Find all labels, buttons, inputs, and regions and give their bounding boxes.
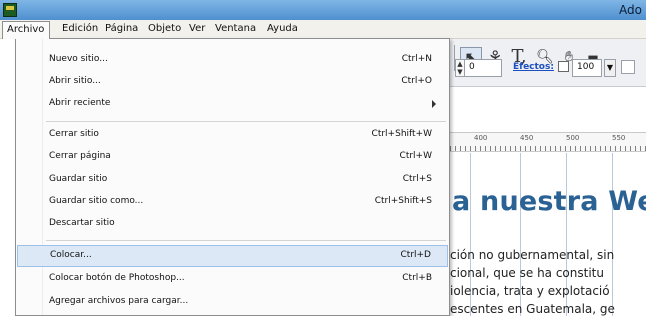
efectos-link[interactable]: Efectos: — [513, 62, 554, 72]
horizontal-ruler: 400 450 500 550 — [450, 132, 646, 152]
menu-item-label: Cerrar sitio — [49, 129, 99, 139]
menu-item-agregar-archivos[interactable]: Agregar archivos para cargar... — [17, 292, 448, 314]
menu-item-nuevo-sitio[interactable]: Nuevo sitio... Ctrl+N — [17, 50, 448, 72]
menu-ayuda[interactable]: Ayuda — [264, 23, 301, 34]
menu-item-guardar-sitio-como[interactable]: Guardar sitio como... Ctrl+Shift+S — [17, 192, 448, 214]
archivo-menu: Nuevo sitio... Ctrl+N Abrir sitio... Ctr… — [15, 38, 450, 316]
menu-item-shortcut: Ctrl+W — [399, 151, 432, 161]
menu-item-label: Colocar botón de Photoshop... — [49, 273, 185, 283]
menu-item-label: Colocar... — [50, 250, 92, 260]
menu-item-shortcut: Ctrl+Shift+S — [374, 196, 432, 206]
menu-item-label: Guardar sitio como... — [49, 196, 144, 206]
efectos-checkbox[interactable] — [558, 61, 569, 72]
menu-bar: Archivo Edición Página Objeto Ver Ventan… — [0, 20, 646, 39]
ruler-label: 450 — [520, 134, 534, 142]
submenu-arrow-icon — [432, 100, 436, 108]
menu-item-colocar-boton-photoshop[interactable]: Colocar botón de Photoshop... Ctrl+B — [17, 269, 448, 291]
menu-item-shortcut: Ctrl+Shift+W — [371, 129, 432, 139]
menu-item-guardar-sitio[interactable]: Guardar sitio Ctrl+S — [17, 170, 448, 192]
menu-item-label: Cerrar página — [49, 151, 111, 161]
menu-item-shortcut: Ctrl+O — [401, 76, 432, 86]
document-text-line: cional, que se ha constitu — [450, 266, 604, 280]
menu-item-cerrar-pagina[interactable]: Cerrar página Ctrl+W — [17, 147, 448, 169]
menu-edicion[interactable]: Edición — [59, 23, 101, 34]
position-field[interactable]: 0 — [464, 59, 502, 77]
title-bar: Ado — [0, 0, 646, 20]
menu-separator — [46, 240, 446, 241]
menu-item-colocar[interactable]: Colocar... Ctrl+D — [17, 245, 448, 267]
menu-item-label: Agregar archivos para cargar... — [49, 296, 189, 306]
effects-button[interactable] — [621, 60, 635, 74]
window-title: Ado — [619, 3, 642, 17]
menu-item-label: Abrir sitio... — [49, 76, 101, 86]
menu-item-shortcut: Ctrl+D — [400, 250, 432, 260]
document-text-line: iolencia, trata y explotació — [450, 284, 610, 298]
menu-separator — [46, 121, 446, 122]
ruler-label: 400 — [474, 134, 488, 142]
menu-pagina[interactable]: Página — [102, 23, 141, 34]
ruler-label: 500 — [566, 134, 580, 142]
menu-item-shortcut: Ctrl+N — [401, 54, 432, 64]
menu-item-label: Abrir reciente — [49, 98, 111, 108]
document-text-line: escentes en Guatemala, ge — [450, 302, 615, 316]
menu-item-abrir-sitio[interactable]: Abrir sitio... Ctrl+O — [17, 72, 448, 94]
menu-item-label: Guardar sitio — [49, 174, 108, 184]
ruler-label: 550 — [612, 134, 626, 142]
menu-item-abrir-reciente[interactable]: Abrir reciente — [17, 94, 448, 116]
menu-ventana[interactable]: Ventana — [212, 23, 259, 34]
menu-item-label: Nuevo sitio... — [49, 54, 108, 64]
menu-objeto[interactable]: Objeto — [145, 23, 184, 34]
menu-item-descartar-sitio[interactable]: Descartar sitio — [17, 214, 448, 236]
opacity-dropdown-icon[interactable]: ▼ — [604, 59, 616, 77]
document-text-line: ción no gubernamental, sin — [450, 248, 615, 262]
document-heading: a nuestra We — [452, 186, 646, 217]
menu-item-shortcut: Ctrl+S — [402, 174, 432, 184]
opacity-field[interactable]: 100 — [572, 59, 602, 77]
menu-archivo[interactable]: Archivo — [2, 21, 51, 39]
menu-item-label: Descartar sitio — [49, 218, 115, 228]
menu-ver[interactable]: Ver — [186, 23, 208, 34]
menu-item-shortcut: Ctrl+B — [402, 273, 432, 283]
layout-guide — [612, 153, 613, 316]
menu-item-cerrar-sitio[interactable]: Cerrar sitio Ctrl+Shift+W — [17, 125, 448, 147]
app-icon — [3, 3, 17, 17]
